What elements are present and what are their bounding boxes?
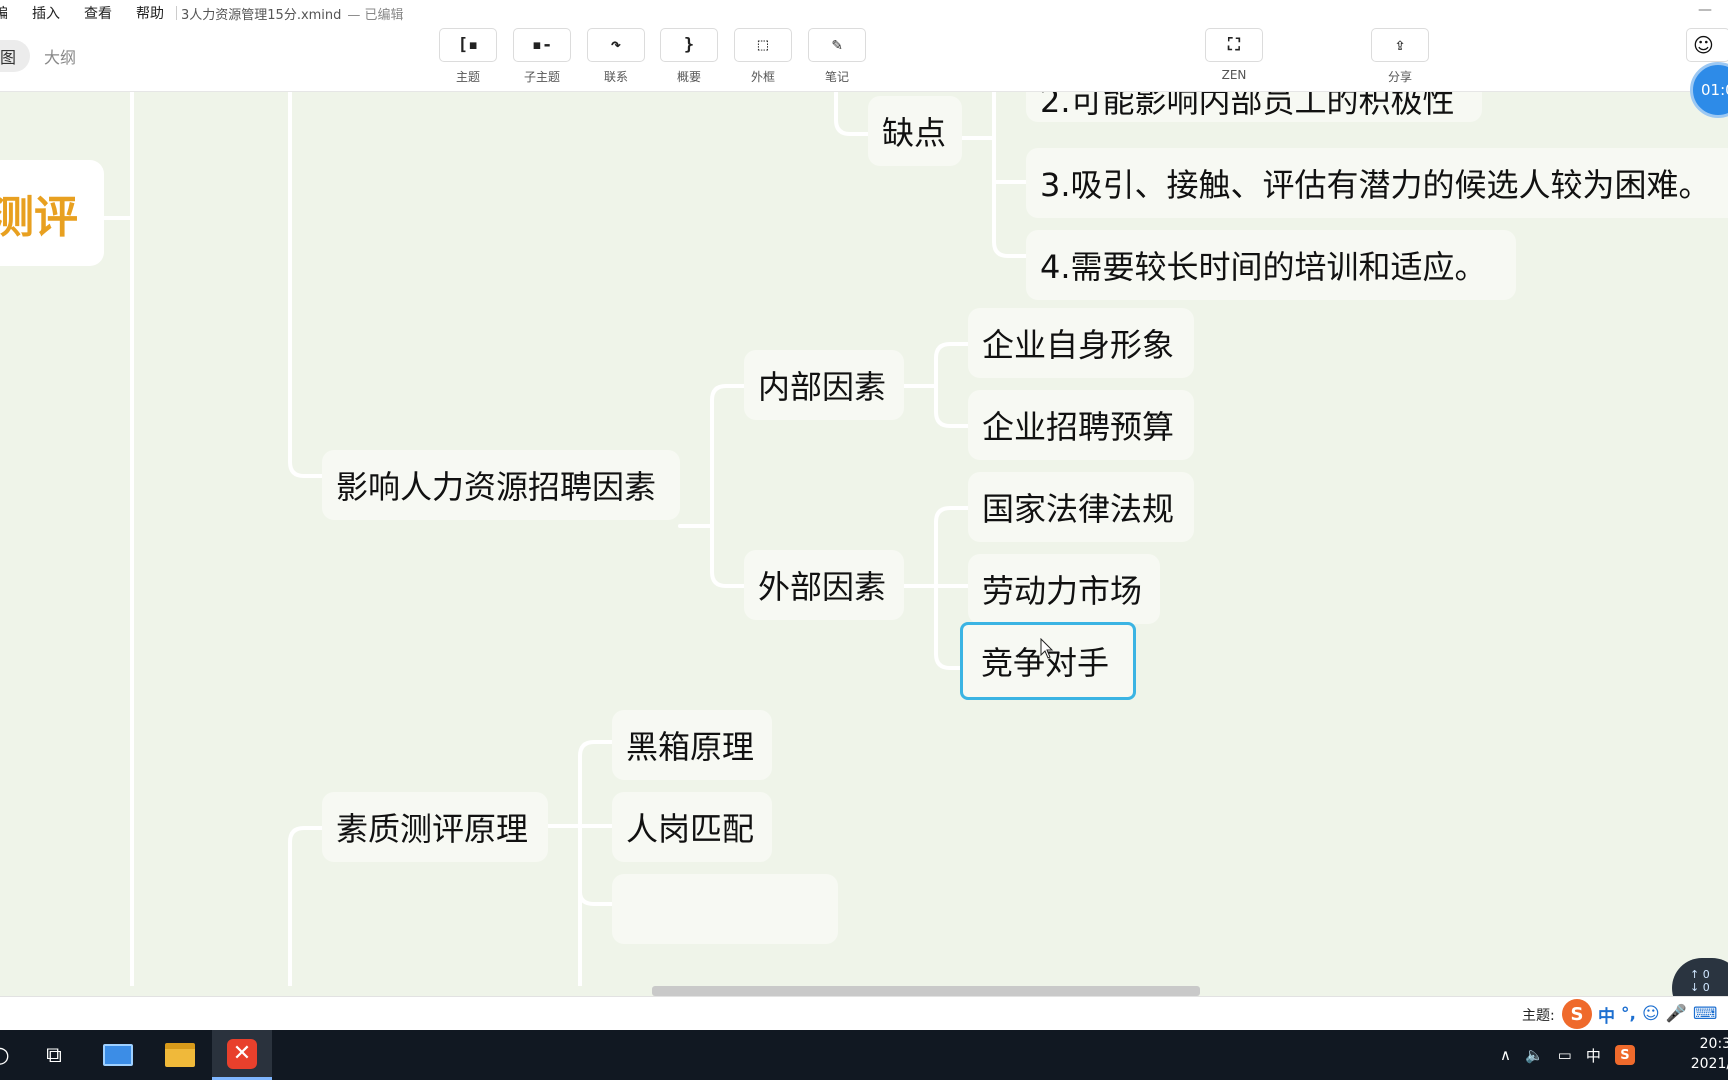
share-label: 分享 [1387, 70, 1412, 84]
zen-label: ZEN [1221, 68, 1247, 82]
chevron-up-icon[interactable]: ∧ [1500, 1046, 1511, 1064]
ime-mode[interactable]: 中 [1598, 1002, 1615, 1027]
edit-status: — 已编辑 [347, 7, 404, 23]
menu-view[interactable]: 查看 [72, 3, 124, 23]
boundary-button[interactable]: ⬚ 外框 [733, 28, 793, 85]
topic-external-factors[interactable]: 外部因素 [744, 550, 904, 620]
battery-icon[interactable]: ▭ [1558, 1046, 1572, 1064]
tab-outline[interactable]: 大纲 [30, 40, 90, 72]
topic-assessment-principles[interactable]: 素质测评原理 [322, 792, 548, 862]
topic-disadvantages[interactable]: 缺点 [868, 96, 962, 166]
microphone-icon[interactable]: 🎤 [1666, 1004, 1687, 1024]
folder-icon [165, 1043, 195, 1067]
topic-competitors[interactable]: 竞争对手 [960, 622, 1136, 700]
ime-toolbar[interactable]: S 中 °, ☺ 🎤 ⌨ [1562, 999, 1718, 1029]
topic-icon: [▪ [439, 28, 497, 62]
zen-icon: ⛶ [1205, 28, 1263, 62]
topic-labor-market[interactable]: 劳动力市场 [968, 554, 1160, 624]
mindmap-canvas[interactable]: 测评 缺点 2.可能影响内部员工的积极性 3.吸引、接触、评估有潜力的候选人较为… [0, 92, 1728, 986]
boundary-icon: ⬚ [734, 28, 792, 62]
summary-button[interactable]: } 概要 [659, 28, 719, 85]
note-icon: ✎ [808, 28, 866, 62]
note-button[interactable]: ✎ 笔记 [807, 28, 867, 85]
taskbar: ○ ⧉ ✕ ∧ 🔈 ▭ 中 S 20:31 2021/1 [0, 1030, 1728, 1080]
menu-help[interactable]: 帮助 [124, 3, 176, 23]
minimize-icon[interactable]: — [1698, 2, 1712, 18]
subtopic-button[interactable]: ▪- 子主题 [512, 28, 572, 85]
taskbar-xmind[interactable]: ✕ [212, 1030, 272, 1080]
topic-recruitment-factors[interactable]: 影响人力资源招聘因素 [322, 450, 680, 520]
tab-mindmap[interactable]: 图 [0, 40, 31, 72]
topic-disadvantage-3[interactable]: 3.吸引、接触、评估有潜力的候选人较为困难。 [1026, 148, 1728, 218]
status-topic-label: 主题: [1522, 1008, 1555, 1024]
smiley-icon[interactable]: ☺ [1686, 28, 1728, 62]
topic-disadvantage-2[interactable]: 2.可能影响内部员工的积极性 [1026, 92, 1482, 122]
xmind-icon: ✕ [227, 1038, 257, 1069]
topic-laws-regulations[interactable]: 国家法律法规 [968, 472, 1194, 542]
sogou-icon[interactable]: S [1562, 999, 1592, 1029]
summary-label: 概要 [676, 70, 701, 84]
topic-internal-factors[interactable]: 内部因素 [744, 350, 904, 420]
toolbar: 图 大纲 [▪ 主题 ▪- 子主题 ↷ 联系 } 概要 ⬚ 外框 ✎ 笔记 ⛶ [0, 26, 1728, 92]
share-button[interactable]: ⇪ 分享 [1370, 28, 1430, 85]
tray-ime[interactable]: 中 [1586, 1045, 1601, 1066]
menu-separator [176, 6, 177, 20]
subtopic-label: 子主题 [523, 70, 560, 84]
topic-person-job-fit[interactable]: 人岗匹配 [612, 792, 772, 862]
topic-disadvantage-4[interactable]: 4.需要较长时间的培训和适应。 [1026, 230, 1516, 300]
emoji-icon[interactable]: ☺ [1642, 1004, 1660, 1024]
boundary-label: 外框 [750, 70, 775, 84]
taskbar-mail-app[interactable] [88, 1030, 148, 1080]
topic-button[interactable]: [▪ 主题 [438, 28, 498, 85]
ime-punct[interactable]: °, [1621, 1004, 1636, 1024]
taskbar-file-explorer[interactable] [150, 1030, 210, 1080]
subtopic-icon: ▪- [513, 28, 571, 62]
mouse-cursor-icon [1040, 638, 1054, 659]
topic-label: 主题 [455, 70, 480, 84]
relationship-icon: ↷ [587, 28, 645, 62]
share-icon: ⇪ [1371, 28, 1429, 62]
clock-date: 2021/1 [1690, 1056, 1728, 1072]
mail-icon [103, 1044, 133, 1066]
relationship-button[interactable]: ↷ 联系 [586, 28, 646, 85]
system-tray: ∧ 🔈 ▭ 中 S [1500, 1030, 1635, 1080]
topic-assessment-child-3[interactable] [612, 874, 838, 944]
menu-edit[interactable]: 编 [0, 3, 20, 23]
topic-corporate-image[interactable]: 企业自身形象 [968, 308, 1194, 378]
topic-black-box[interactable]: 黑箱原理 [612, 710, 772, 780]
view-switch: 图 大纲 [0, 40, 90, 72]
volume-icon[interactable]: 🔈 [1525, 1046, 1544, 1064]
task-view-icon[interactable]: ⧉ [24, 1030, 84, 1080]
menu-insert[interactable]: 插入 [20, 3, 72, 23]
document-title: 3人力资源管理15分.xmind [181, 7, 342, 23]
connector-lines [102, 92, 1028, 986]
sogou-tray-icon[interactable]: S [1614, 1045, 1635, 1065]
summary-icon: } [660, 28, 718, 62]
statusbar: 主题: S 中 °, ☺ 🎤 ⌨ [0, 996, 1728, 1030]
clock[interactable]: 20:31 2021/1 [1680, 1034, 1728, 1074]
menubar: 编 插入 查看 帮助 3人力资源管理15分.xmind — 已编辑 — [0, 0, 1728, 26]
zen-button[interactable]: ⛶ ZEN [1204, 28, 1264, 82]
xmind-window: 编 插入 查看 帮助 3人力资源管理15分.xmind — 已编辑 — 图 大纲… [0, 0, 1728, 1080]
relationship-label: 联系 [603, 70, 628, 84]
clock-time: 20:31 [1699, 1036, 1728, 1052]
note-label: 笔记 [824, 70, 849, 84]
keyboard-icon[interactable]: ⌨ [1693, 1004, 1718, 1024]
horizontal-scrollbar[interactable] [652, 986, 1200, 996]
topic-recruitment-budget[interactable]: 企业招聘预算 [968, 390, 1194, 460]
root-topic[interactable]: 测评 [0, 160, 104, 266]
